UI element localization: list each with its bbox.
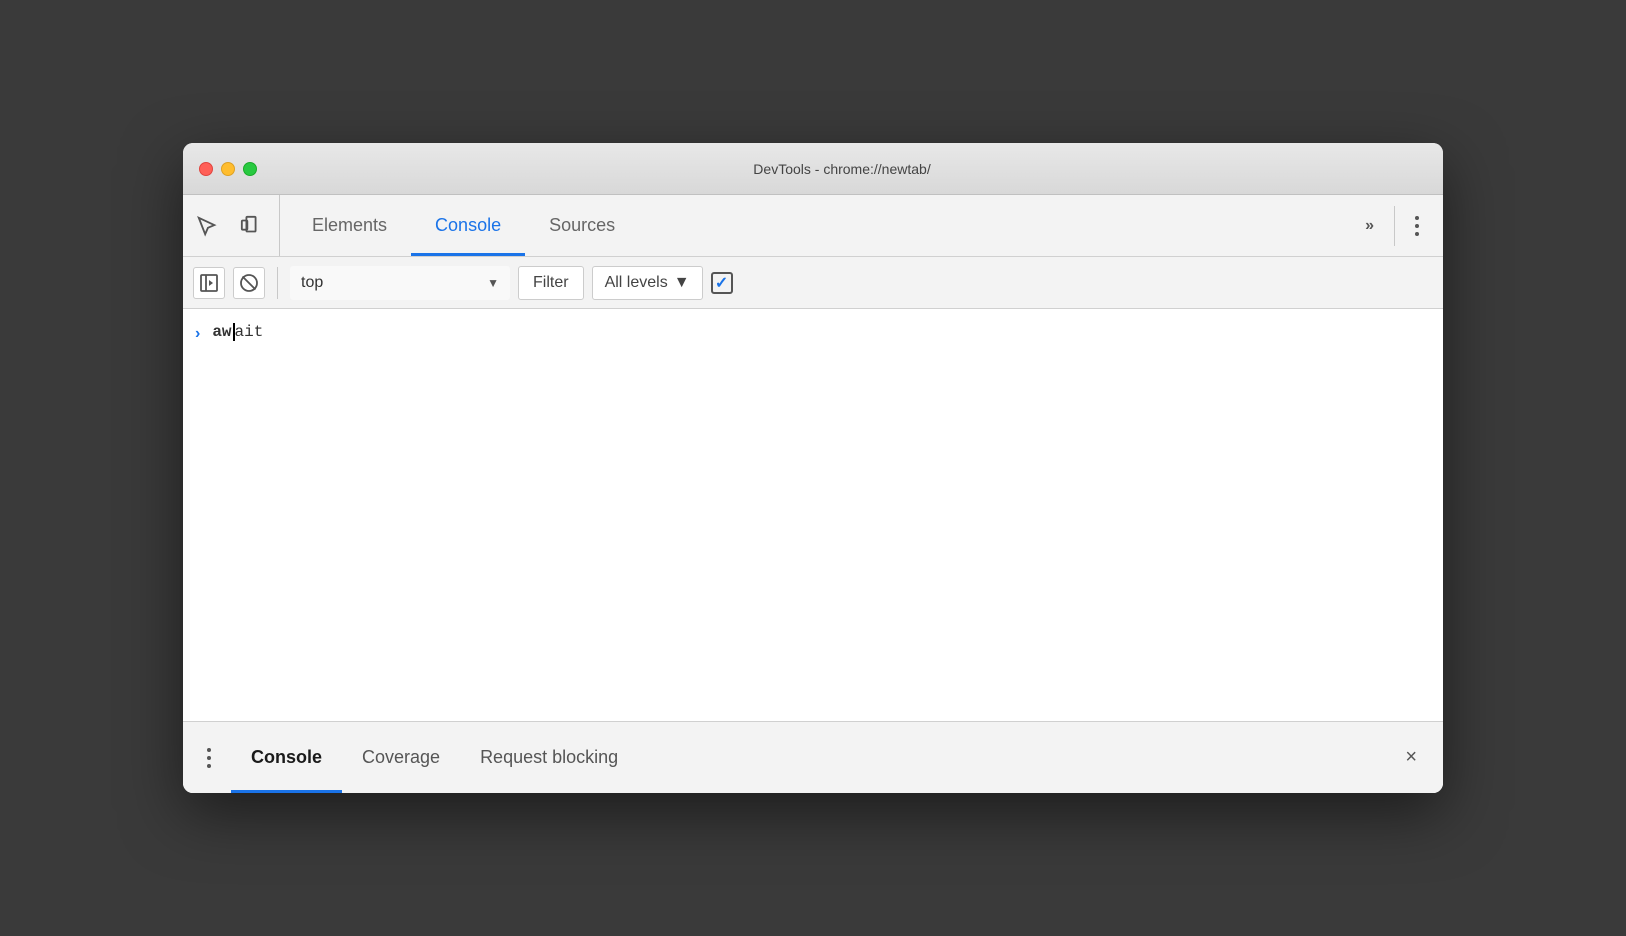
- console-normal-text: ait: [235, 323, 264, 341]
- context-dropdown-arrow: ▼: [487, 276, 499, 290]
- toolbar-divider: [1394, 206, 1395, 246]
- inspect-element-button[interactable]: [191, 210, 223, 242]
- toolbar-menu-button[interactable]: [1407, 210, 1427, 242]
- drawer-menu-button[interactable]: [199, 742, 219, 774]
- console-bold-text: aw: [212, 323, 231, 341]
- clear-console-button[interactable]: [233, 267, 265, 299]
- title-bar: DevTools - chrome://newtab/: [183, 143, 1443, 195]
- tab-sources[interactable]: Sources: [525, 195, 639, 256]
- checkmark-icon: ✓: [715, 273, 728, 293]
- devtools-body: Elements Console Sources »: [183, 195, 1443, 793]
- console-content[interactable]: › await: [183, 309, 1443, 721]
- drawer-kebab-dot-3: [207, 764, 211, 768]
- device-toolbar-button[interactable]: [235, 210, 267, 242]
- drawer-tabs: Console Coverage Request blocking: [231, 722, 1391, 793]
- drawer-tab-console[interactable]: Console: [231, 722, 342, 793]
- context-selector[interactable]: top ▼: [290, 266, 510, 300]
- sidebar-toggle-button[interactable]: [193, 267, 225, 299]
- drawer-kebab-dot-1: [207, 748, 211, 752]
- maximize-button[interactable]: [243, 162, 257, 176]
- traffic-lights: [199, 162, 257, 176]
- toolbar-icons: [191, 195, 280, 256]
- close-button[interactable]: [199, 162, 213, 176]
- drawer-tab-coverage[interactable]: Coverage: [342, 722, 460, 793]
- window-title: DevTools - chrome://newtab/: [257, 161, 1427, 177]
- context-label: top: [301, 274, 479, 292]
- filter-button[interactable]: Filter: [518, 266, 584, 300]
- console-entry[interactable]: › await: [183, 317, 1443, 349]
- drawer-kebab-dot-2: [207, 756, 211, 760]
- console-input-text: await: [212, 323, 263, 341]
- drawer-tab-request-blocking[interactable]: Request blocking: [460, 722, 638, 793]
- kebab-dot-1: [1415, 216, 1419, 220]
- minimize-button[interactable]: [221, 162, 235, 176]
- console-toolbar: top ▼ Filter All levels ▼ ✓: [183, 257, 1443, 309]
- toolbar-more: »: [1349, 206, 1435, 246]
- kebab-dot-3: [1415, 232, 1419, 236]
- devtools-window: DevTools - chrome://newtab/: [183, 143, 1443, 793]
- drawer-close-button[interactable]: ×: [1395, 740, 1427, 775]
- top-toolbar: Elements Console Sources »: [183, 195, 1443, 257]
- tab-elements[interactable]: Elements: [288, 195, 411, 256]
- toolbar-tabs: Elements Console Sources: [288, 195, 1349, 256]
- console-toolbar-divider: [277, 267, 278, 299]
- levels-button[interactable]: All levels ▼: [592, 266, 703, 300]
- kebab-dot-2: [1415, 224, 1419, 228]
- more-tabs-button[interactable]: »: [1357, 213, 1382, 239]
- console-prompt-arrow: ›: [195, 325, 200, 343]
- bottom-drawer: Console Coverage Request blocking ×: [183, 721, 1443, 793]
- levels-dropdown-arrow: ▼: [674, 274, 690, 292]
- checkbox-button[interactable]: ✓: [711, 272, 733, 294]
- tab-console[interactable]: Console: [411, 195, 525, 256]
- filter-area: Filter All levels ▼ ✓: [518, 266, 1433, 300]
